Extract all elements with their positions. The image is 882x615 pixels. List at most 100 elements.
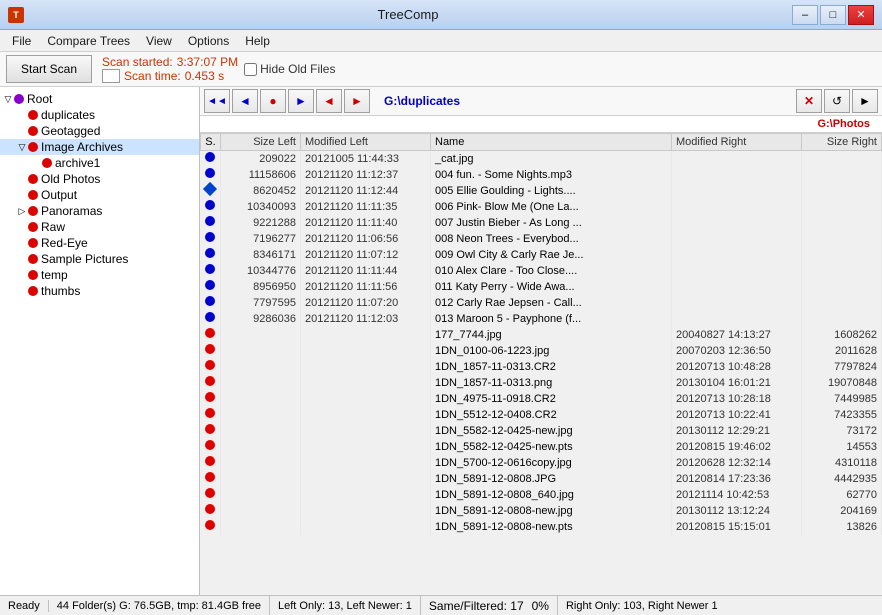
table-row[interactable]: 719627720121120 11:06:56008 Neon Trees -…	[201, 231, 882, 247]
table-row[interactable]: 1034477620121120 11:11:44010 Alex Clare …	[201, 263, 882, 279]
table-row[interactable]: 1DN_1857-11-0313.CR220120713 10:48:28779…	[201, 359, 882, 375]
tree-item-raw[interactable]: Raw	[0, 219, 199, 235]
cell-size-left	[221, 487, 301, 503]
close-button[interactable]: ✕	[848, 5, 874, 25]
cell-s	[201, 199, 221, 215]
menu-view[interactable]: View	[138, 32, 180, 50]
start-scan-button[interactable]: Start Scan	[6, 55, 92, 83]
tree-item-thumbs[interactable]: thumbs	[0, 283, 199, 299]
dot-temp	[28, 270, 38, 280]
dot-old-photos	[28, 174, 38, 184]
expand-icon-raw	[16, 221, 28, 233]
tree-item-red-eye[interactable]: Red-Eye	[0, 235, 199, 251]
dot-blue-icon	[205, 280, 215, 290]
action-play-button[interactable]: ►	[852, 89, 878, 113]
cell-s	[201, 311, 221, 327]
table-row[interactable]: 20902220121005 11:44:33_cat.jpg	[201, 151, 882, 167]
cell-name: 1DN_5582-12-0425-new.pts	[431, 439, 672, 455]
tree-item-duplicates[interactable]: duplicates	[0, 107, 199, 123]
cell-mod-right	[672, 311, 802, 327]
table-row[interactable]: 1DN_5891-12-0808.JPG20120814 17:23:36444…	[201, 471, 882, 487]
table-row[interactable]: 895695020121120 11:11:56011 Katy Perry -…	[201, 279, 882, 295]
table-row[interactable]: 834617120121120 11:07:12009 Owl City & C…	[201, 247, 882, 263]
action-x-button[interactable]: ✕	[796, 89, 822, 113]
cell-size-left: 7196277	[221, 231, 301, 247]
cell-name: 1DN_0100-06-1223.jpg	[431, 343, 672, 359]
tree-item-temp[interactable]: temp	[0, 267, 199, 283]
col-size-left: Size Left	[221, 134, 301, 151]
table-row[interactable]: 1DN_5512-12-0408.CR220120713 10:22:41742…	[201, 407, 882, 423]
hide-old-files-checkbox[interactable]	[244, 63, 257, 76]
tree-item-archive1[interactable]: archive1	[0, 155, 199, 171]
cell-s	[201, 279, 221, 295]
dot-output	[28, 190, 38, 200]
cell-size-right: 2011628	[802, 343, 882, 359]
cell-size-left: 11158606	[221, 167, 301, 183]
cell-size-left: 7797595	[221, 295, 301, 311]
expand-icon-temp	[16, 269, 28, 281]
cell-mod-left	[301, 375, 431, 391]
nav-end-button[interactable]: ►	[344, 89, 370, 113]
tree-item-panoramas[interactable]: ▷ Panoramas	[0, 203, 199, 219]
table-row[interactable]: 1DN_5891-12-0808-new.jpg20130112 13:12:2…	[201, 503, 882, 519]
nav-prev-button[interactable]: ◄	[232, 89, 258, 113]
tree-item-geotagged[interactable]: Geotagged	[0, 123, 199, 139]
table-header: S. Size Left Modified Left Name Modified…	[201, 134, 882, 151]
cell-s	[201, 375, 221, 391]
scan-time-row: Scan time: 0.453 s	[102, 69, 238, 83]
table-row[interactable]: 928603620121120 11:12:03013 Maroon 5 - P…	[201, 311, 882, 327]
table-row[interactable]: 1DN_5582-12-0425-new.pts20120815 19:46:0…	[201, 439, 882, 455]
table-row[interactable]: 1DN_5891-12-0808_640.jpg20121114 10:42:5…	[201, 487, 882, 503]
tree-item-root[interactable]: ▽ Root	[0, 91, 199, 107]
table-row[interactable]: 1DN_1857-11-0313.png20130104 16:01:21190…	[201, 375, 882, 391]
table-row[interactable]: 177_7744.jpg20040827 14:13:271608262	[201, 327, 882, 343]
cell-size-right	[802, 231, 882, 247]
table-row[interactable]: 1DN_5700-12-0616copy.jpg20120628 12:32:1…	[201, 455, 882, 471]
cell-name: 1DN_5891-12-0808-new.pts	[431, 519, 672, 535]
cell-mod-right: 20120713 10:48:28	[672, 359, 802, 375]
tree-item-old-photos[interactable]: Old Photos	[0, 171, 199, 187]
tree-item-sample-pictures[interactable]: Sample Pictures	[0, 251, 199, 267]
action-refresh-button[interactable]: ↺	[824, 89, 850, 113]
nav-last-button[interactable]: ◄	[316, 89, 342, 113]
maximize-button[interactable]: □	[820, 5, 846, 25]
menu-file[interactable]: File	[4, 32, 39, 50]
cell-s	[201, 423, 221, 439]
table-row[interactable]: 862045220121120 11:12:44005 Ellie Gouldi…	[201, 183, 882, 199]
cell-size-left	[221, 519, 301, 535]
nav-dot-button[interactable]: ●	[260, 89, 286, 113]
dot-archive1	[42, 158, 52, 168]
cell-mod-left	[301, 359, 431, 375]
main-toolbar: Start Scan Scan started: 3:37:07 PM Scan…	[0, 52, 882, 87]
cell-mod-right	[672, 151, 802, 167]
table-row[interactable]: 922128820121120 11:11:40007 Justin Biebe…	[201, 215, 882, 231]
table-row[interactable]: 1034009320121120 11:11:35006 Pink- Blow …	[201, 199, 882, 215]
table-row[interactable]: 1DN_0100-06-1223.jpg20070203 12:36:50201…	[201, 343, 882, 359]
cell-size-left	[221, 359, 301, 375]
tree-view: ▽ Root duplicates Geotagged ▽ Image Arch…	[0, 87, 199, 595]
cell-mod-right	[672, 215, 802, 231]
dot-red-icon	[205, 360, 215, 370]
table-row[interactable]: 1115860620121120 11:12:37004 fun. - Some…	[201, 167, 882, 183]
table-row[interactable]: 1DN_5891-12-0808-new.pts20120815 15:15:0…	[201, 519, 882, 535]
menu-options[interactable]: Options	[180, 32, 237, 50]
table-row[interactable]: 1DN_5582-12-0425-new.jpg20130112 12:29:2…	[201, 423, 882, 439]
cell-size-right: 14553	[802, 439, 882, 455]
menu-help[interactable]: Help	[237, 32, 278, 50]
minimize-button[interactable]: –	[792, 5, 818, 25]
cell-mod-right	[672, 295, 802, 311]
tree-item-image-archives[interactable]: ▽ Image Archives	[0, 139, 199, 155]
menu-compare-trees[interactable]: Compare Trees	[39, 32, 138, 50]
nav-next-button[interactable]: ►	[288, 89, 314, 113]
cell-name: 1DN_5891-12-0808-new.jpg	[431, 503, 672, 519]
nav-first-button[interactable]: ◄◄	[204, 89, 230, 113]
table-row[interactable]: 1DN_4975-11-0918.CR220120713 10:28:18744…	[201, 391, 882, 407]
cell-size-left: 9286036	[221, 311, 301, 327]
cell-size-right: 19070848	[802, 375, 882, 391]
tree-item-output[interactable]: Output	[0, 187, 199, 203]
title: TreeComp	[24, 7, 792, 22]
dot-blue-icon	[205, 264, 215, 274]
table-row[interactable]: 779759520121120 11:07:20012 Carly Rae Je…	[201, 295, 882, 311]
cell-name: 013 Maroon 5 - Payphone (f...	[431, 311, 672, 327]
cell-mod-right: 20070203 12:36:50	[672, 343, 802, 359]
